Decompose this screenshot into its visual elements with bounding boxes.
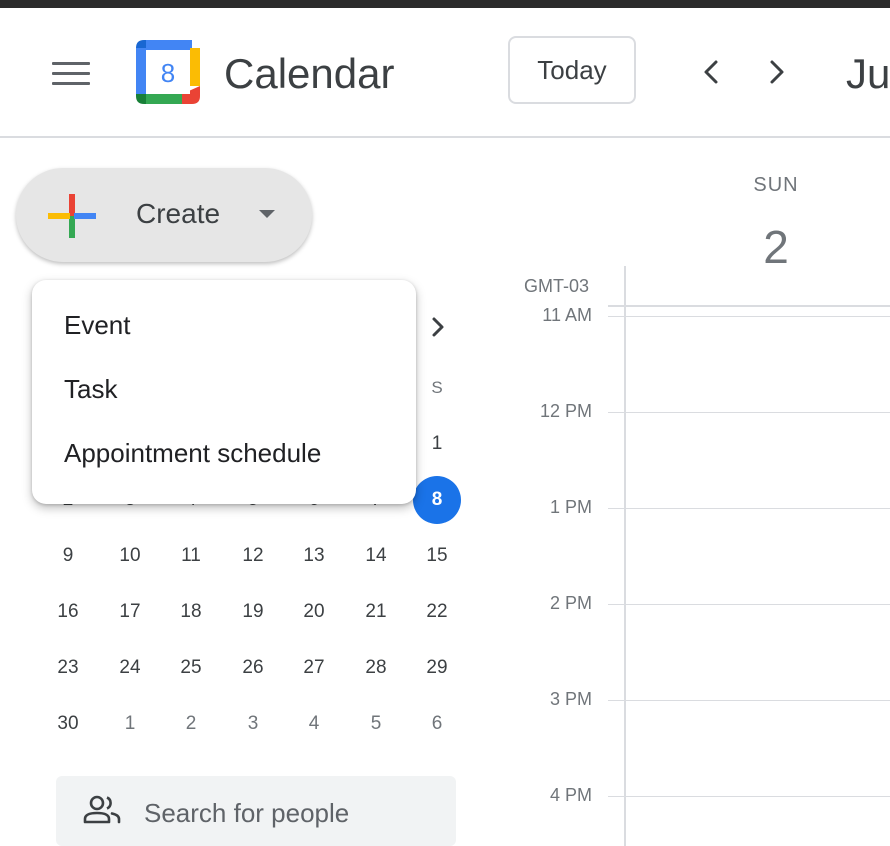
hour-label: 4 PM <box>549 785 592 805</box>
mini-calendar-day[interactable]: 2 <box>167 700 215 748</box>
mini-calendar-day[interactable]: 22 <box>413 588 461 636</box>
mini-calendar-day[interactable]: 29 <box>413 644 461 692</box>
mini-calendar-day[interactable]: 6 <box>413 700 461 748</box>
mini-calendar-day[interactable]: 23 <box>44 644 92 692</box>
mini-calendar-day[interactable]: 16 <box>44 588 92 636</box>
mini-calendar-day[interactable]: 25 <box>167 644 215 692</box>
current-month-title: Ju <box>846 50 890 97</box>
hour-gridline <box>608 508 890 509</box>
chevron-left-icon[interactable] <box>692 52 732 92</box>
hour-label: 12 PM <box>539 401 592 421</box>
today-button[interactable]: Today <box>508 36 636 104</box>
mini-calendar-day[interactable]: 17 <box>106 588 154 636</box>
mini-calendar-day[interactable]: 1 <box>413 420 461 468</box>
search-people-box[interactable]: Search for people <box>56 776 456 846</box>
mini-calendar-day[interactable]: 26 <box>229 644 277 692</box>
all-day-divider <box>608 305 890 307</box>
calendar-logo-icon: 8 <box>136 40 200 104</box>
mini-calendar-day[interactable]: 15 <box>413 532 461 580</box>
mini-calendar-day[interactable]: 12 <box>229 532 277 580</box>
mini-calendar-day[interactable]: 14 <box>352 532 400 580</box>
chevron-right-icon[interactable] <box>756 52 796 92</box>
hour-label: 2 PM <box>549 593 592 613</box>
hour-label: 11 AM <box>542 305 592 325</box>
mini-calendar-dow-saturday: S <box>431 378 443 397</box>
mini-calendar-day[interactable]: 4 <box>290 700 338 748</box>
mini-calendar-day[interactable]: 13 <box>290 532 338 580</box>
plus-icon <box>48 194 96 238</box>
hour-gridline <box>608 700 890 701</box>
menu-icon[interactable] <box>52 60 92 88</box>
create-button[interactable]: Create <box>16 168 312 262</box>
hour-gridline <box>608 604 890 605</box>
day-column-divider <box>624 266 626 846</box>
timezone-label: GMT-03 <box>524 276 590 296</box>
window-top-strip <box>0 0 890 8</box>
mini-calendar-day[interactable]: 27 <box>290 644 338 692</box>
app-header: 8 Calendar Today Ju <box>0 8 890 138</box>
mini-calendar-day[interactable]: 9 <box>44 532 92 580</box>
mini-calendar-day[interactable]: 24 <box>106 644 154 692</box>
search-people-input[interactable]: Search for people <box>144 798 349 829</box>
mini-calendar-day[interactable]: 10 <box>106 532 154 580</box>
menu-item-task[interactable]: Task <box>64 374 117 405</box>
create-dropdown-menu: Event Task Appointment schedule <box>32 280 416 504</box>
hour-label: 3 PM <box>549 689 592 709</box>
mini-calendar-next-icon[interactable] <box>424 312 452 342</box>
mini-calendar-day[interactable]: 11 <box>167 532 215 580</box>
day-header-dow: SUN <box>753 174 799 196</box>
logo-number: 8 <box>161 58 175 88</box>
people-icon <box>83 795 121 824</box>
mini-calendar-day[interactable]: 18 <box>167 588 215 636</box>
mini-calendar-day[interactable]: 8 <box>413 476 461 524</box>
mini-calendar-day[interactable]: 1 <box>106 700 154 748</box>
mini-calendar-day[interactable]: 3 <box>229 700 277 748</box>
mini-calendar-day[interactable]: 30 <box>44 700 92 748</box>
day-header-date[interactable]: 2 <box>736 220 816 274</box>
caret-down-icon <box>259 210 275 218</box>
app-title: Calendar <box>224 50 395 97</box>
hour-label: 1 PM <box>549 497 592 517</box>
hour-gridline <box>608 796 890 797</box>
menu-item-appointment-schedule[interactable]: Appointment schedule <box>64 438 321 469</box>
mini-calendar-day[interactable]: 21 <box>352 588 400 636</box>
menu-item-event[interactable]: Event <box>64 310 131 341</box>
hour-gridline <box>608 316 890 317</box>
mini-calendar-day[interactable]: 28 <box>352 644 400 692</box>
mini-calendar-day[interactable]: 5 <box>352 700 400 748</box>
mini-calendar-day[interactable]: 19 <box>229 588 277 636</box>
create-label: Create <box>136 198 221 229</box>
mini-calendar-day[interactable]: 20 <box>290 588 338 636</box>
hour-gridline <box>608 412 890 413</box>
